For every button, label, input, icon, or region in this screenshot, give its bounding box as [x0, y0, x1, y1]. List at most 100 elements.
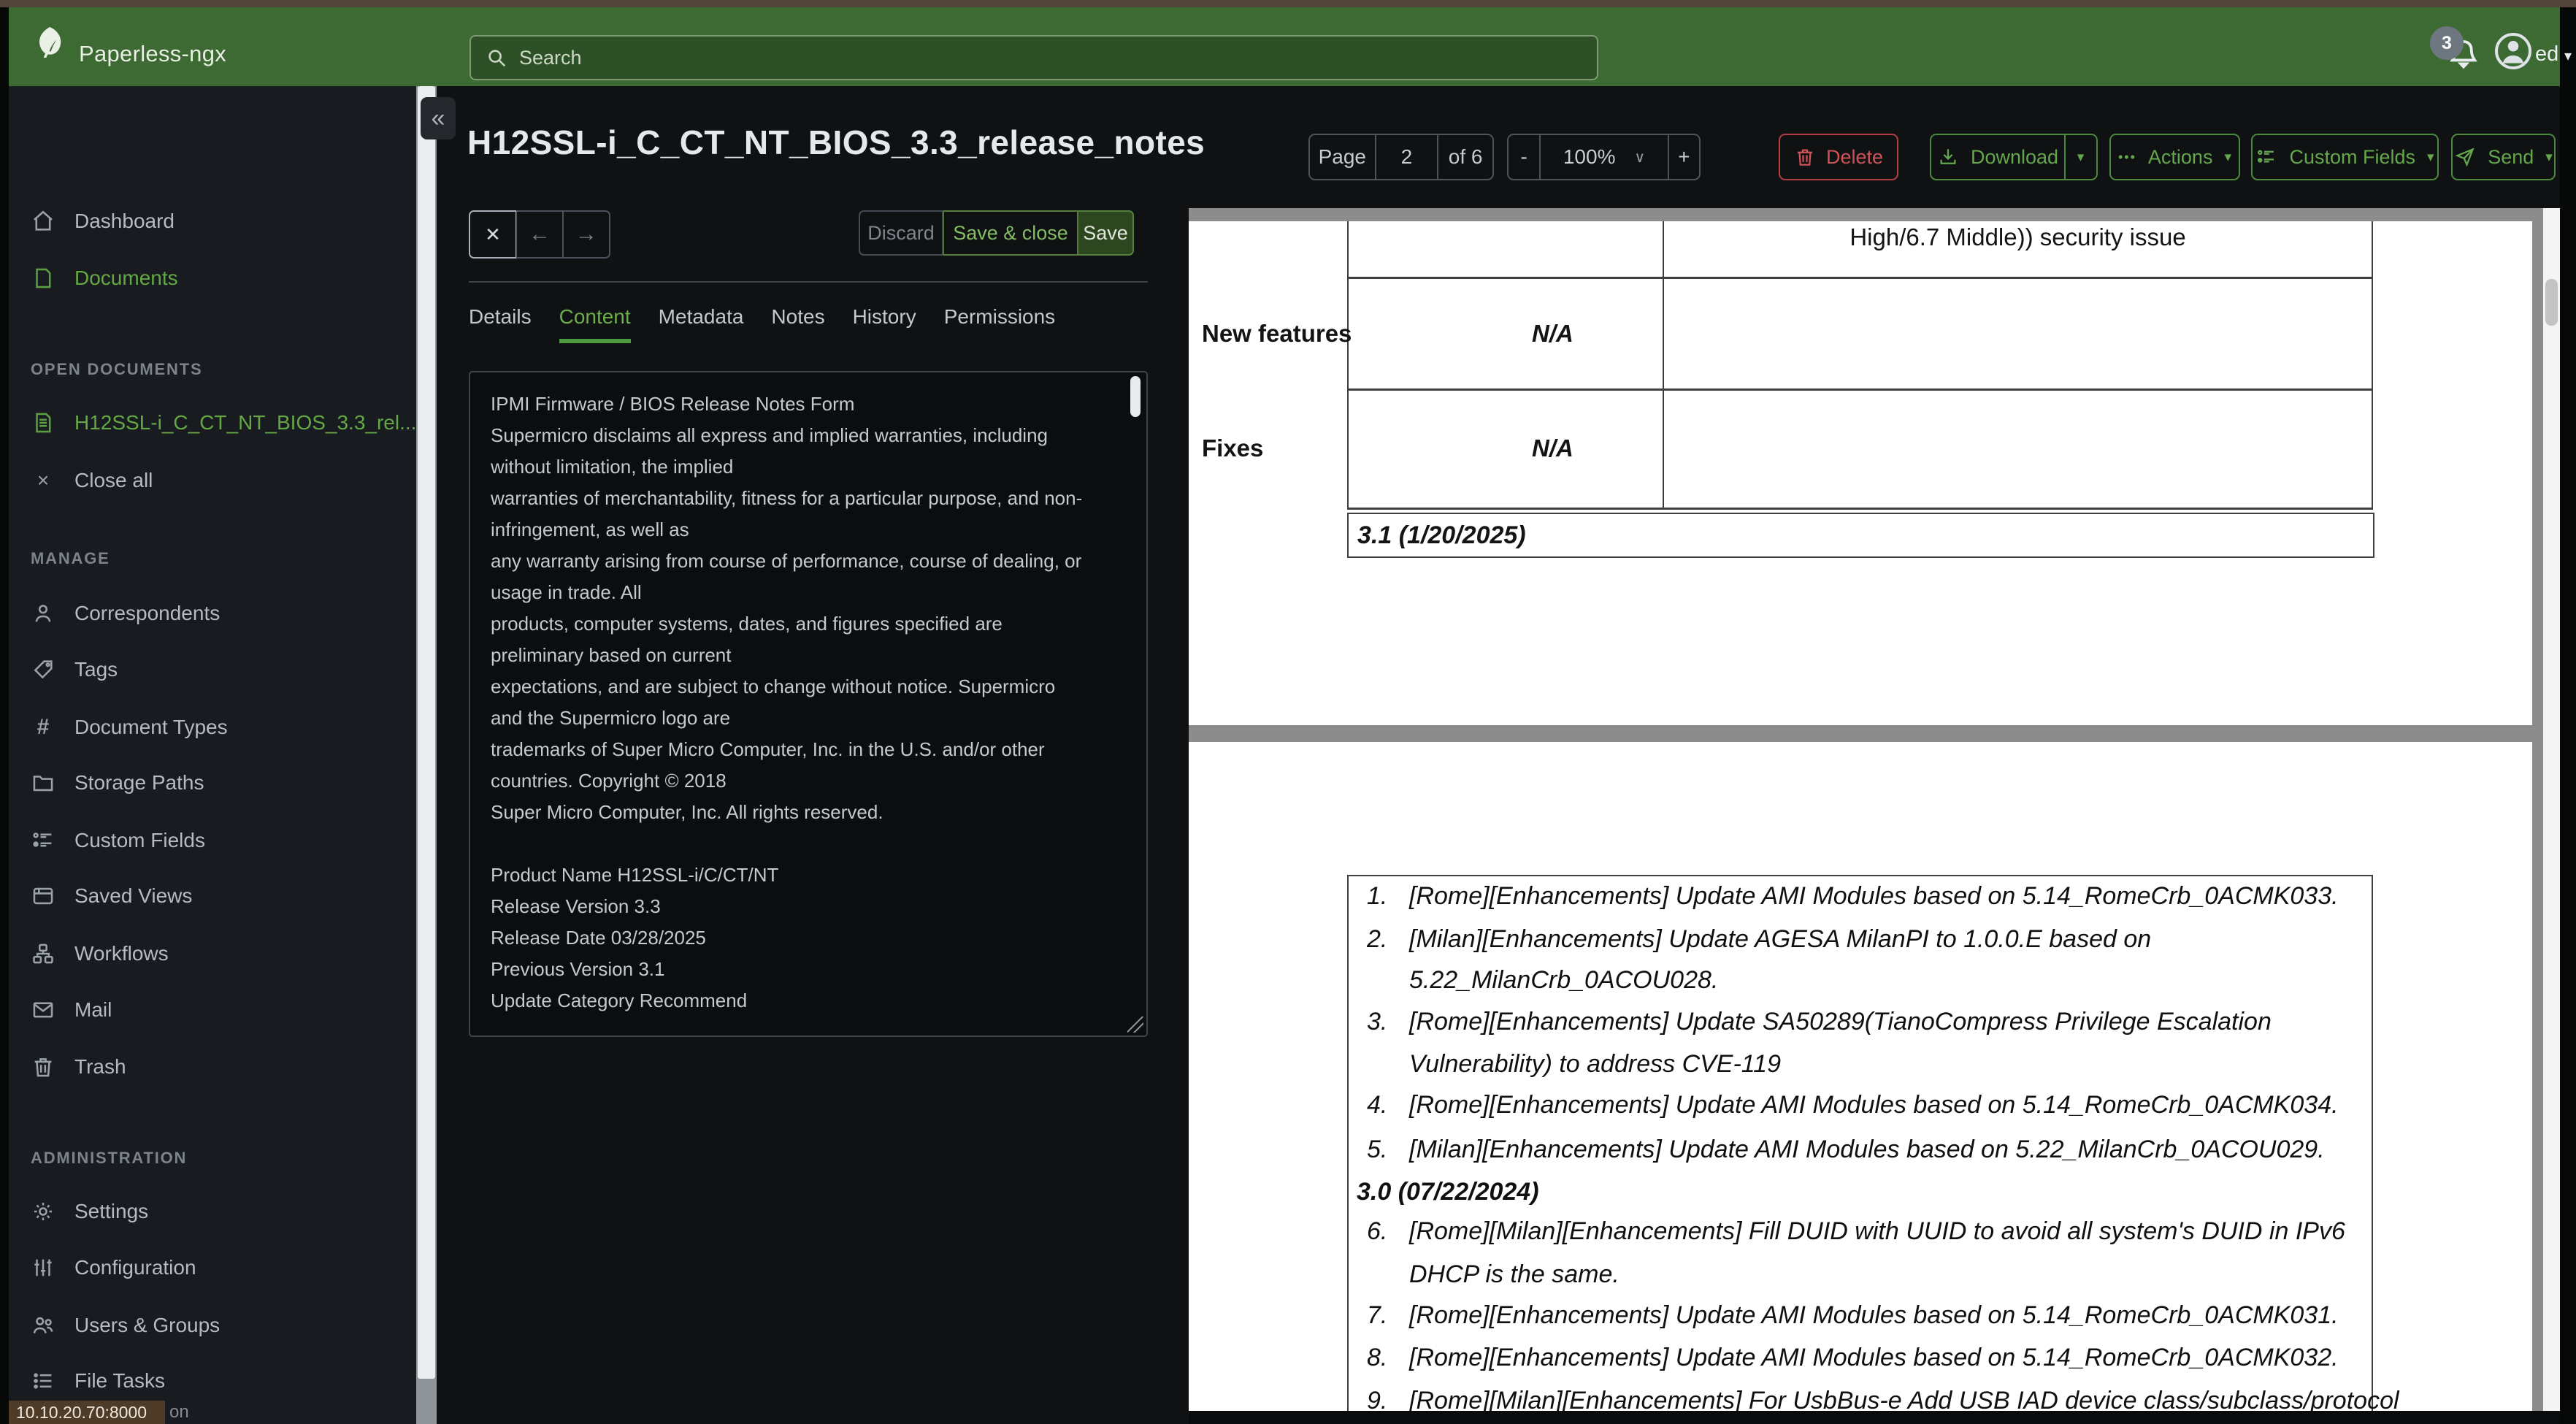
close-document-button[interactable]: ✕ — [469, 210, 516, 259]
sidebar-item-documents[interactable]: Documents — [31, 262, 178, 294]
folder-icon — [31, 770, 55, 795]
save-and-close-button[interactable]: Save & close — [943, 210, 1078, 256]
send-button[interactable]: Send ▾ — [2451, 134, 2556, 180]
pdf-list-text: [Milan][Enhancements] Update AGESA Milan… — [1409, 925, 2152, 953]
zoom-select[interactable]: 100% ∨ — [1539, 135, 1667, 179]
sidebar-item-label: Workflows — [74, 942, 169, 965]
tab-metadata[interactable]: Metadata — [659, 305, 744, 343]
users-icon — [31, 1313, 55, 1338]
delete-button[interactable]: Delete — [1779, 134, 1898, 180]
next-document-button[interactable]: → — [563, 210, 610, 259]
sidebar-item-trash[interactable]: Trash — [31, 1051, 126, 1083]
caret-down-icon: ▾ — [2427, 149, 2434, 165]
content-textarea[interactable]: IPMI Firmware / BIOS Release Notes Form … — [470, 372, 1146, 1036]
page-label: Page — [1318, 145, 1366, 168]
download-label: Download — [1970, 145, 2059, 168]
pdf-list-text: [Rome][Enhancements] Update AMI Modules … — [1409, 1344, 2339, 1371]
trash-icon — [1794, 146, 1816, 168]
resize-handle[interactable] — [1127, 1017, 1143, 1033]
sidebar-item-users-groups[interactable]: Users & Groups — [31, 1309, 220, 1341]
content-editor: IPMI Firmware / BIOS Release Notes Form … — [469, 371, 1148, 1037]
search-input[interactable] — [518, 45, 1543, 70]
window-top-strip — [0, 0, 2576, 7]
pdf-list-text: Vulnerability) to address CVE-119 — [1409, 1050, 1782, 1078]
sidebar-item-label: File Tasks — [74, 1369, 165, 1392]
sidebar-item-workflows[interactable]: Workflows — [31, 938, 169, 970]
pdf-list-text: [Rome][Enhancements] Update AMI Modules … — [1409, 882, 2339, 910]
sidebar-item-correspondents[interactable]: Correspondents — [31, 597, 220, 629]
zoom-in-button[interactable]: + — [1667, 135, 1699, 179]
tab-content[interactable]: Content — [559, 305, 631, 343]
sidebar-item-settings[interactable]: Settings — [31, 1195, 148, 1228]
actions-button[interactable]: ••• Actions ▾ — [2109, 134, 2240, 180]
saved-views-icon — [31, 884, 55, 908]
sidebar-item-close-all[interactable]: × Close all — [31, 464, 153, 497]
sidebar-item-document-types[interactable]: # Document Types — [31, 711, 228, 743]
tab-details[interactable]: Details — [469, 305, 532, 343]
document-nav-group: ✕ ← → — [469, 210, 610, 259]
content-scrollbar-thumb[interactable] — [1130, 376, 1141, 417]
sidebar-item-label: Trash — [74, 1055, 126, 1078]
pdf-row-value: N/A — [1532, 435, 1573, 462]
home-icon — [31, 209, 55, 234]
sidebar-item-open-document[interactable]: H12SSL-i_C_CT_NT_BIOS_3.3_rel... — [31, 407, 416, 439]
tab-permissions[interactable]: Permissions — [944, 305, 1055, 343]
sidebar-item-dashboard[interactable]: Dashboard — [31, 205, 175, 237]
window-left-edge — [0, 7, 9, 1424]
administration-header: ADMINISTRATION — [31, 1149, 188, 1167]
sidebar-item-label: Mail — [74, 998, 112, 1021]
sidebar-item-configuration[interactable]: Configuration — [31, 1252, 196, 1284]
chevron-down-icon: ∨ — [1634, 149, 1646, 166]
sidebar-item-mail[interactable]: Mail — [31, 994, 112, 1026]
zoom-out-button[interactable]: - — [1509, 135, 1539, 179]
send-icon — [2454, 146, 2476, 168]
previous-document-button[interactable]: ← — [516, 210, 563, 259]
document-text-icon — [31, 410, 55, 435]
tag-icon — [31, 657, 55, 682]
sidebar-item-saved-views[interactable]: Saved Views — [31, 880, 192, 912]
pdf-list-text: [Rome][Milan][Enhancements] Fill DUID wi… — [1409, 1217, 2345, 1245]
download-button[interactable]: Download — [1930, 134, 2066, 180]
global-search[interactable] — [469, 35, 1598, 80]
sidebar-scrollbar-thumb[interactable] — [418, 86, 435, 1379]
zoom-control-group: - 100% ∨ + — [1507, 134, 1701, 180]
collapse-panel-button[interactable]: « — [421, 97, 456, 139]
delete-label: Delete — [1825, 145, 1884, 168]
dots-icon: ••• — [2118, 149, 2136, 164]
pdf-row-label: New features — [1202, 320, 1352, 347]
sidebar-item-storage-paths[interactable]: Storage Paths — [31, 767, 204, 799]
save-button[interactable]: Save — [1078, 210, 1134, 256]
user-menu[interactable]: ed — [2535, 42, 2558, 66]
save-button-group: Discard Save & close Save — [859, 210, 1134, 256]
download-dropdown-button[interactable]: ▾ — [2064, 134, 2098, 180]
pdf-list-heading: 3.0 (07/22/2024) — [1357, 1178, 1539, 1206]
manage-header: MANAGE — [31, 549, 110, 567]
actions-label: Actions — [2147, 145, 2213, 168]
tab-history[interactable]: History — [853, 305, 916, 343]
custom-fields-button[interactable]: Custom Fields ▾ — [2251, 134, 2439, 180]
pdf-cell-partial: High/6.7 Middle)) security issue — [1849, 223, 2186, 250]
mail-icon — [31, 998, 55, 1022]
page-number-input[interactable]: 2 — [1374, 135, 1438, 179]
pdf-row-label: Fixes — [1202, 435, 1264, 462]
discard-button[interactable]: Discard — [859, 210, 943, 256]
sidebar-item-tags[interactable]: Tags — [31, 654, 118, 686]
sidebar-item-label: Document Types — [74, 716, 228, 738]
search-icon — [471, 47, 518, 69]
avatar[interactable] — [2491, 29, 2535, 73]
status-url-text: 10.10.20.70:8000 — [16, 1402, 147, 1422]
sidebar-item-label: Close all — [74, 469, 153, 491]
sidebar-item-label: Saved Views — [74, 884, 193, 907]
page-title: H12SSL-i_C_CT_NT_BIOS_3.3_release_notes — [467, 123, 1205, 161]
tab-notes[interactable]: Notes — [771, 305, 824, 343]
chevron-down-icon[interactable]: ▾ — [2564, 47, 2572, 65]
send-label: Send — [2488, 145, 2534, 168]
pdf-scrollbar-track[interactable] — [2543, 208, 2560, 1424]
sidebar-item-custom-fields[interactable]: Custom Fields — [31, 824, 205, 857]
pdf-list-text: DHCP is the same. — [1409, 1260, 1619, 1288]
sidebar-item-label: Users & Groups — [74, 1314, 221, 1336]
pdf-list-text: [Rome][Enhancements] Update SA50289(Tian… — [1409, 1008, 2272, 1036]
sidebar-item-label: Tags — [74, 658, 118, 681]
pdf-scrollbar-thumb[interactable] — [2545, 279, 2558, 326]
sidebar-item-file-tasks[interactable]: File Tasks — [31, 1365, 165, 1397]
